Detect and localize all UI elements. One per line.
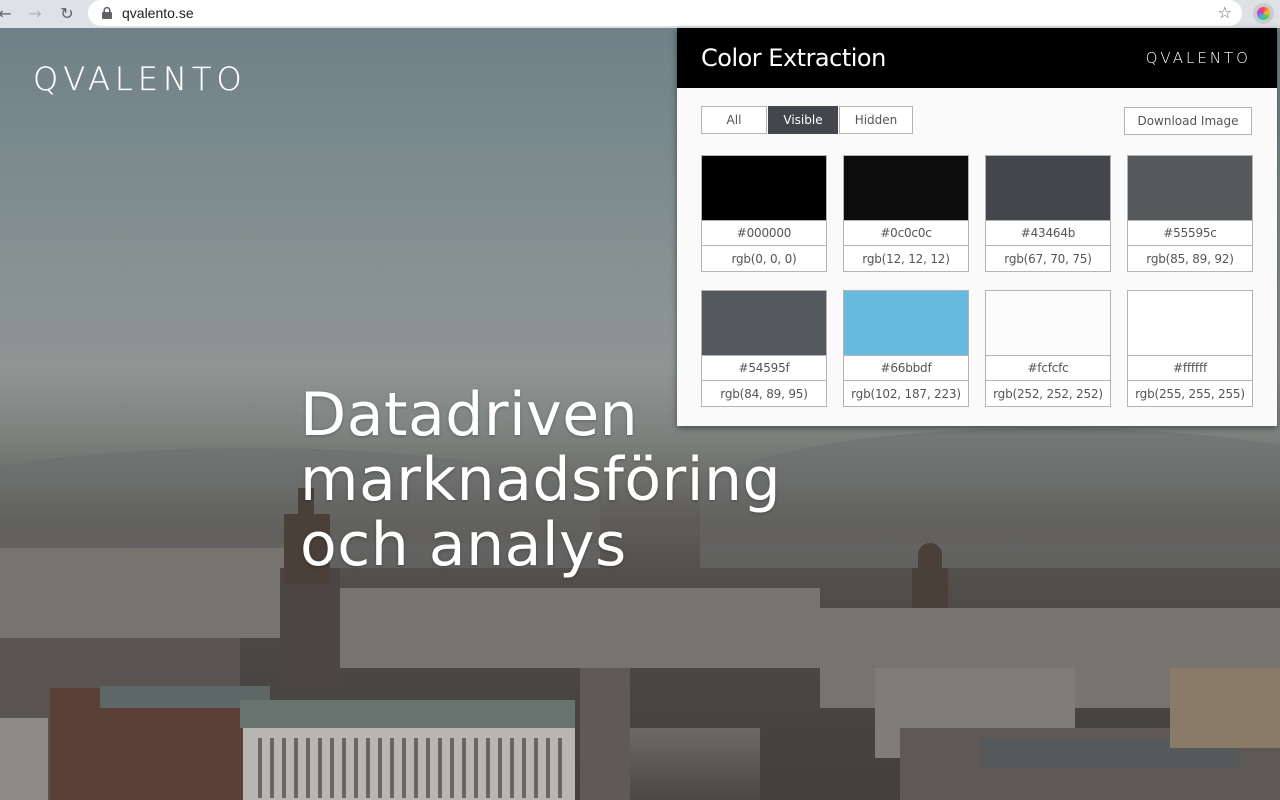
building [580, 668, 630, 800]
browser-toolbar: ← → ↻ qvalento.se ☆ [0, 0, 1280, 28]
popup-brand-logo: QVALENTO [1145, 49, 1251, 67]
swatch-color-block[interactable] [844, 156, 968, 221]
popup-title: Color Extraction [701, 44, 886, 72]
star-icon[interactable]: ☆ [1218, 4, 1232, 22]
swatch-hex[interactable]: #55595c [1128, 221, 1252, 246]
filter-tabs: All Visible Hidden [701, 106, 913, 134]
popup-toolbar: All Visible Hidden Download Image [677, 88, 1277, 152]
back-button[interactable]: ← [0, 3, 16, 25]
swatch-color-block[interactable] [702, 291, 826, 356]
windows [258, 738, 568, 798]
hero-line: marknadsföring [300, 445, 782, 515]
swatch-hex[interactable]: #fcfcfc [986, 356, 1110, 381]
swatch-rgb[interactable]: rgb(85, 89, 92) [1128, 246, 1252, 271]
roof [240, 700, 575, 728]
arrow-right-icon: → [28, 4, 42, 23]
color-swatch[interactable]: #0c0c0c rgb(12, 12, 12) [843, 155, 969, 272]
color-swatch[interactable]: #43464b rgb(67, 70, 75) [985, 155, 1111, 272]
filter-visible-button[interactable]: Visible [768, 106, 838, 134]
forward-button[interactable]: → [24, 3, 46, 25]
reload-icon: ↻ [60, 4, 74, 23]
color-swatch[interactable]: #66bbdf rgb(102, 187, 223) [843, 290, 969, 407]
swatch-rgb[interactable]: rgb(12, 12, 12) [844, 246, 968, 271]
swatch-hex[interactable]: #ffffff [1128, 356, 1252, 381]
swatch-color-block[interactable] [1128, 291, 1252, 356]
arrow-left-icon: ← [0, 4, 12, 23]
hero-line: och analys [300, 510, 627, 580]
swatch-grid: #000000 rgb(0, 0, 0) #0c0c0c rgb(12, 12,… [701, 155, 1253, 407]
building [0, 718, 48, 800]
color-extension-button[interactable] [1253, 3, 1274, 24]
building [1170, 668, 1280, 748]
swatch-color-block[interactable] [1128, 156, 1252, 221]
swatch-hex[interactable]: #54595f [702, 356, 826, 381]
swatch-rgb[interactable]: rgb(252, 252, 252) [986, 381, 1110, 406]
building [0, 548, 300, 638]
building [340, 588, 820, 668]
color-swatch[interactable]: #000000 rgb(0, 0, 0) [701, 155, 827, 272]
dome [918, 543, 942, 573]
swatch-rgb[interactable]: rgb(255, 255, 255) [1128, 381, 1252, 406]
swatch-rgb[interactable]: rgb(67, 70, 75) [986, 246, 1110, 271]
swatch-color-block[interactable] [986, 291, 1110, 356]
swatch-color-block[interactable] [702, 156, 826, 221]
swatch-color-block[interactable] [844, 291, 968, 356]
color-swatch[interactable]: #54595f rgb(84, 89, 95) [701, 290, 827, 407]
color-swatch[interactable]: #ffffff rgb(255, 255, 255) [1127, 290, 1253, 407]
reload-button[interactable]: ↻ [56, 3, 78, 25]
swatch-color-block[interactable] [986, 156, 1110, 221]
lock-icon [100, 6, 114, 20]
color-swatch[interactable]: #fcfcfc rgb(252, 252, 252) [985, 290, 1111, 407]
url-text[interactable]: qvalento.se [122, 5, 194, 21]
filter-all-button[interactable]: All [701, 106, 767, 134]
swatch-rgb[interactable]: rgb(84, 89, 95) [702, 381, 826, 406]
site-logo[interactable]: QVALENTO [33, 62, 247, 96]
download-image-button[interactable]: Download Image [1124, 107, 1252, 135]
swatch-rgb[interactable]: rgb(0, 0, 0) [702, 246, 826, 271]
swatch-hex[interactable]: #43464b [986, 221, 1110, 246]
popup-header: Color Extraction QVALENTO [677, 28, 1277, 88]
swatch-hex[interactable]: #66bbdf [844, 356, 968, 381]
filter-hidden-button[interactable]: Hidden [839, 106, 913, 134]
color-swatch[interactable]: #55595c rgb(85, 89, 92) [1127, 155, 1253, 272]
color-wheel-icon [1257, 7, 1270, 20]
color-extraction-popup: Color Extraction QVALENTO All Visible Hi… [677, 28, 1277, 426]
swatch-hex[interactable]: #0c0c0c [844, 221, 968, 246]
swatch-hex[interactable]: #000000 [702, 221, 826, 246]
address-bar[interactable]: qvalento.se ☆ [88, 0, 1242, 26]
river [620, 728, 760, 800]
building [280, 568, 340, 688]
swatch-rgb[interactable]: rgb(102, 187, 223) [844, 381, 968, 406]
